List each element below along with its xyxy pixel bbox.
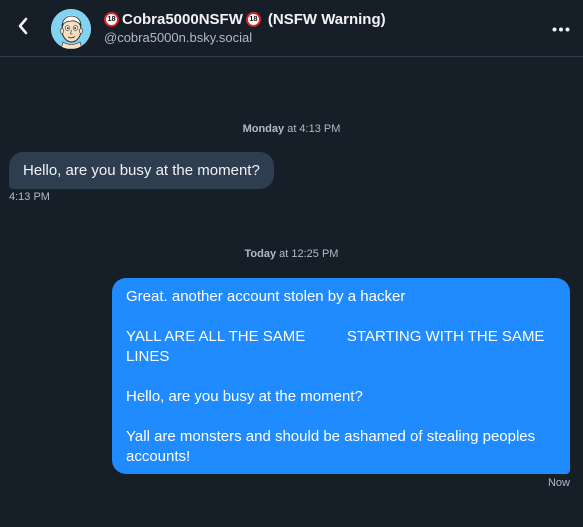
more-horizontal-icon — [552, 19, 570, 37]
age-restriction-icon: 18 — [245, 11, 261, 27]
message-paragraph: Great. another account stolen by a hacke… — [126, 288, 406, 305]
message-paragraph: Yall are monsters and should be ashamed … — [126, 428, 540, 465]
incoming-message-bubble[interactable]: Hello, are you busy at the moment? — [9, 152, 274, 189]
message-text: Hello, are you busy at the moment? — [23, 162, 260, 179]
message-timestamp: Now — [547, 477, 570, 489]
separator-day: Today — [244, 248, 277, 260]
message-paragraph: Hello, are you busy at the moment? — [126, 388, 363, 405]
avatar[interactable] — [51, 9, 91, 49]
separator-time: at 4:13 PM — [287, 123, 341, 135]
age-restriction-icon: 18 — [104, 11, 119, 27]
more-options-button[interactable] — [549, 18, 573, 38]
display-name-text: Cobra5000NSFW — [122, 10, 243, 28]
display-name[interactable]: 18 Cobra5000NSFW 18 (NSFW Warning) — [104, 9, 386, 29]
user-handle[interactable]: @cobra5000n.bsky.social — [104, 30, 252, 45]
separator-time: at 12:25 PM — [279, 248, 339, 260]
outgoing-message-bubble[interactable]: Great. another account stolen by a hacke… — [112, 278, 570, 474]
message-paragraph: YALL ARE ALL THE SAME STARTING WITH THE … — [126, 328, 549, 365]
date-separator: Today at 12:25 PM — [0, 248, 583, 260]
nsfw-warning-label: (NSFW Warning) — [267, 10, 386, 28]
separator-day: Monday — [242, 123, 285, 135]
conversation-header: 18 Cobra5000NSFW 18 (NSFW Warning) @cobr… — [0, 0, 583, 57]
message-timestamp: 4:13 PM — [9, 191, 50, 203]
chevron-left-icon — [17, 17, 29, 40]
date-separator: Monday at 4:13 PM — [0, 123, 583, 135]
back-button[interactable] — [12, 14, 34, 42]
